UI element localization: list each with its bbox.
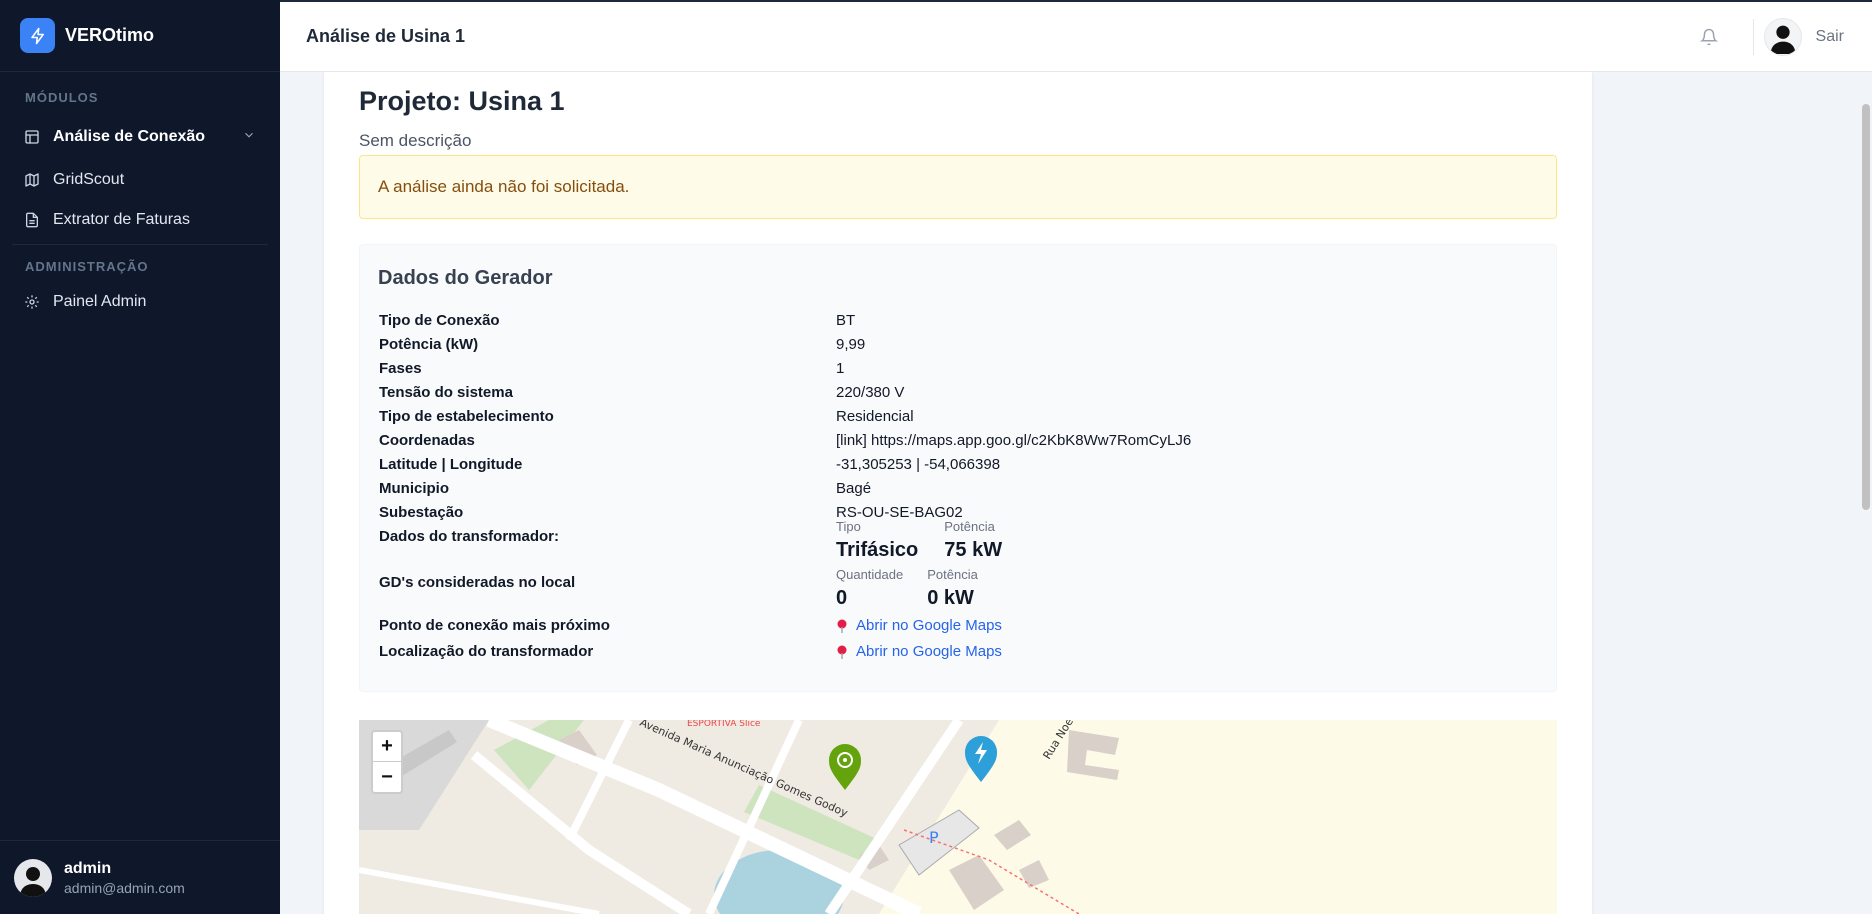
table-row: Tipo de Conexão BT: [379, 309, 1539, 333]
generator-table: Tipo de Conexão BT Potência (kW) 9,99 Fase…: [379, 309, 1539, 664]
logout-button[interactable]: Sair: [1816, 28, 1844, 46]
table-row: Dados do transformador: Tipo Trifásico P…: [379, 519, 1539, 565]
project-title: Projeto: Usina 1: [359, 86, 565, 116]
sidebar-item-label: Análise de Conexão: [53, 128, 206, 145]
bell-icon[interactable]: [1697, 25, 1721, 49]
row-value: -31,305253 | -54,066398: [836, 456, 1001, 473]
row-value: 220/380 V: [836, 384, 905, 401]
row-value: 1: [836, 360, 845, 377]
user-profile[interactable]: admin admin@admin.com: [0, 840, 280, 914]
row-key: Potência (kW): [379, 336, 479, 353]
section-label-modules: MÓDULOS: [25, 90, 99, 105]
generator-card: Dados do Gerador Tipo de Conexão BT Potên…: [359, 244, 1557, 692]
project-panel: Projeto: Usina 1 Sem descrição A análise…: [324, 72, 1592, 914]
table-row: Potência (kW) 9,99: [379, 333, 1539, 357]
scrollbar-thumb[interactable]: [1862, 104, 1870, 510]
coordinates-link[interactable]: [link] https://maps.app.goo.gl/c2KbK8Ww7…: [836, 429, 1191, 453]
map-view[interactable]: P Avenida Maria Anunciação Gomes Godoy R…: [359, 720, 1557, 914]
topbar-divider: [1752, 18, 1754, 55]
gd-qty-caption: Quantidade: [836, 567, 904, 582]
gd-qty-value: 0: [836, 587, 848, 609]
poi-label: ESPORTIVA Slice: [687, 720, 761, 729]
user-email: admin@admin.com: [64, 879, 185, 896]
map-link-label: Abrir no Google Maps: [856, 617, 1002, 634]
nearest-point-map-link[interactable]: Abrir no Google Maps: [836, 614, 1002, 638]
zoom-control: + −: [371, 730, 403, 794]
table-icon: [24, 129, 40, 145]
bolt-icon: [20, 18, 55, 53]
table-row: Municipio Bagé: [379, 477, 1539, 501]
row-value: Bagé: [836, 480, 872, 497]
transformer-data: Tipo Trifásico Potência 75 kW: [836, 519, 1028, 565]
map-link-label: Abrir no Google Maps: [856, 643, 1002, 660]
row-key: Localização do transformador: [379, 643, 594, 660]
sidebar-item-label: Painel Admin: [53, 293, 147, 310]
table-row: Latitude | Longitude -31,305253 | -54,066…: [379, 453, 1539, 477]
sidebar-item-label: Extrator de Faturas: [53, 211, 190, 228]
row-key: Municipio: [379, 480, 449, 497]
chevron-down-icon[interactable]: [242, 128, 256, 147]
scrollbar[interactable]: [1860, 72, 1872, 914]
table-row: Ponto de conexão mais próximo Abrir no G…: [379, 614, 1539, 638]
pin-icon: [836, 619, 848, 633]
zoom-in-button[interactable]: +: [373, 732, 401, 762]
table-row: Fases 1: [379, 357, 1539, 381]
transformer-type-caption: Tipo: [836, 519, 861, 534]
gd-data: Quantidade 0 Potência 0 kW: [836, 567, 1004, 613]
generator-title: Dados do Gerador: [378, 267, 553, 289]
gear-icon: [24, 294, 40, 310]
transformer-type-value: Trifásico: [836, 539, 919, 561]
table-row: GD's consideradas no local Quantidade 0 …: [379, 567, 1539, 613]
pin-icon: [836, 645, 848, 659]
page-title: Análise de Usina 1: [306, 26, 466, 46]
table-row: Localização do transformador Abrir no Go…: [379, 640, 1539, 664]
alert-text: A análise ainda não foi solicitada.: [378, 177, 630, 196]
table-row: Tipo de estabelecimento Residencial: [379, 405, 1539, 429]
section-label-admin: ADMINISTRAÇÃO: [25, 259, 149, 274]
sidebar-item-extrator-faturas[interactable]: Extrator de Faturas: [0, 200, 280, 240]
row-value: BT: [836, 312, 856, 329]
row-key: Latitude | Longitude: [379, 456, 523, 473]
avatar: [14, 858, 52, 897]
row-key: Ponto de conexão mais próximo: [379, 617, 610, 634]
transformer-power-value: 75 kW: [944, 539, 1003, 561]
gd-power-caption: Potência: [927, 567, 978, 582]
row-key: Subestação: [379, 504, 464, 521]
app-name: VEROtimo: [65, 25, 155, 45]
row-key: Tipo de Conexão: [379, 312, 500, 329]
row-key: Dados do transformador:: [379, 528, 560, 545]
parking-label: P: [929, 828, 939, 847]
transformer-location-map-link[interactable]: Abrir no Google Maps: [836, 640, 1002, 664]
row-key: Coordenadas: [379, 432, 475, 449]
sidebar-item-label: GridScout: [53, 171, 125, 188]
row-key: Fases: [379, 360, 422, 377]
topbar: Análise de Usina 1 Sair: [280, 0, 1872, 72]
transformer-power-caption: Potência: [944, 519, 995, 534]
file-icon: [24, 212, 40, 228]
brand[interactable]: VEROtimo: [0, 0, 280, 72]
sidebar-item-analise-conexao[interactable]: Análise de Conexão: [0, 117, 280, 157]
table-row: Coordenadas [link] https://maps.app.goo.g…: [379, 429, 1539, 453]
status-alert: A análise ainda não foi solicitada.: [359, 155, 1557, 219]
sidebar-item-painel-admin[interactable]: Painel Admin: [0, 282, 280, 322]
project-description: Sem descrição: [359, 131, 472, 150]
zoom-out-button[interactable]: −: [373, 762, 401, 792]
row-value: Residencial: [836, 408, 914, 425]
row-value: 9,99: [836, 336, 866, 353]
gd-power-value: 0 kW: [927, 587, 974, 609]
row-key: GD's consideradas no local: [379, 574, 576, 591]
main-content: Projeto: Usina 1 Sem descrição A análise…: [280, 72, 1872, 914]
user-name: admin: [64, 859, 112, 877]
map-icon: [24, 172, 40, 188]
sidebar: VEROtimo MÓDULOS Análise de Conexão Grid…: [0, 0, 280, 914]
avatar[interactable]: [1763, 17, 1802, 56]
map-tiles[interactable]: P Avenida Maria Anunciação Gomes Godoy R…: [359, 720, 1557, 914]
row-key: Tipo de estabelecimento: [379, 408, 554, 425]
sidebar-item-gridscout[interactable]: GridScout: [0, 160, 280, 200]
table-row: Tensão do sistema 220/380 V: [379, 381, 1539, 405]
row-key: Tensão do sistema: [379, 384, 513, 401]
